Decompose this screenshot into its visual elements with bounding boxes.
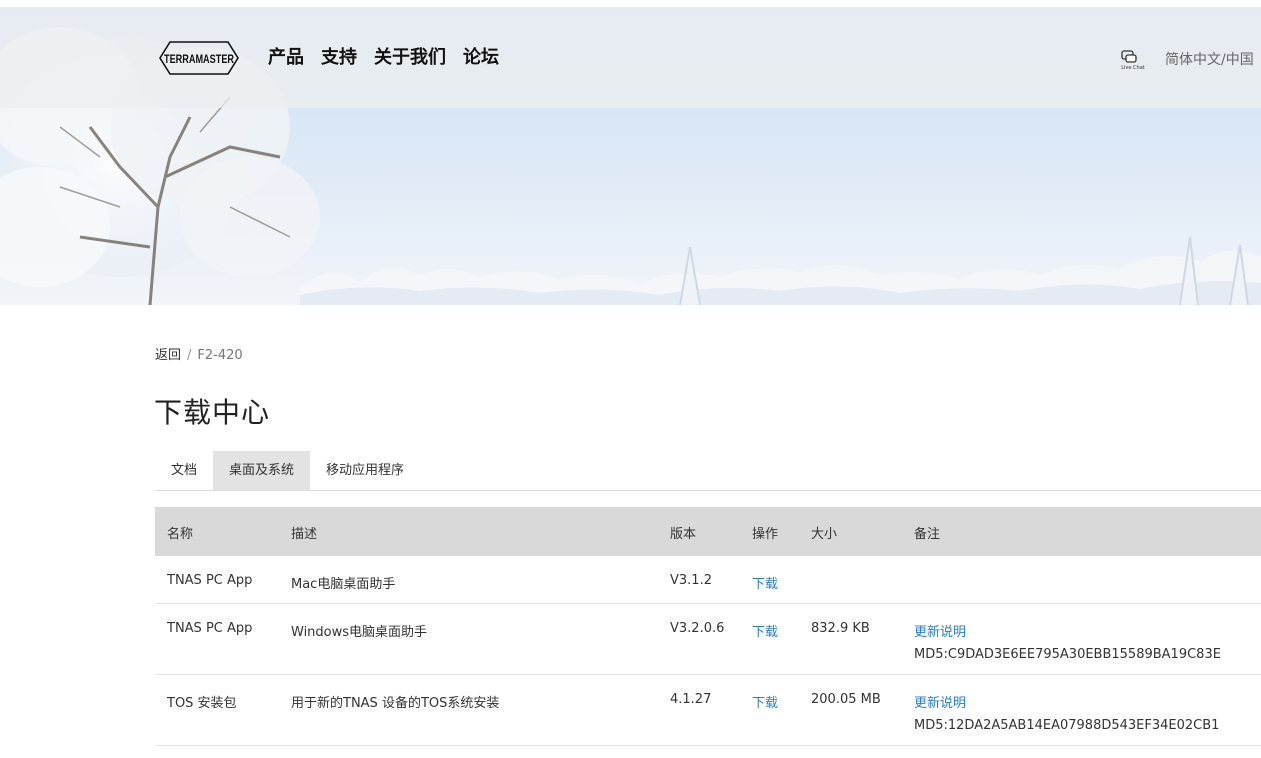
row-description: 用于新的TNAS 设备的TOS系统安装 bbox=[291, 696, 500, 711]
breadcrumb-back-link[interactable]: 返回 bbox=[155, 348, 181, 363]
header-size: 大小 bbox=[811, 527, 838, 542]
row-name: TOS 安装包 bbox=[167, 696, 237, 711]
nav-item-forum[interactable]: 论坛 bbox=[463, 45, 499, 71]
breadcrumb-current: F2-420 bbox=[197, 348, 243, 363]
terramaster-logo[interactable]: TERRAMASTER bbox=[156, 38, 242, 78]
downloads-table: 名称 描述 版本 操作 大小 备注 TNAS PC App Mac电脑桌面助手 … bbox=[155, 507, 1261, 746]
download-link[interactable]: 下载 bbox=[752, 621, 778, 640]
nav-item-about[interactable]: 关于我们 bbox=[374, 45, 446, 71]
header-notes: 备注 bbox=[914, 527, 941, 542]
page-title: 下载中心 bbox=[154, 396, 271, 429]
logo-text: TERRAMASTER bbox=[164, 52, 234, 66]
row-size: 832.9 KB bbox=[811, 621, 870, 636]
table-row: TNAS PC App Windows电脑桌面助手 V3.2.0.6 下载 83… bbox=[155, 604, 1261, 675]
row-description: Mac电脑桌面助手 bbox=[291, 577, 396, 592]
table-row: TOS 安装包 用于新的TNAS 设备的TOS系统安装 4.1.27 下载 20… bbox=[155, 675, 1261, 746]
header-description: 描述 bbox=[291, 527, 318, 542]
md5-checksum: MD5:C9DAD3E6EE795A30EBB15589BA19C83E bbox=[914, 647, 1221, 662]
tab-desktop-system[interactable]: 桌面及系统 bbox=[213, 451, 311, 490]
row-name: TNAS PC App bbox=[167, 573, 253, 588]
breadcrumb: 返回 / F2-420 bbox=[155, 344, 243, 363]
row-version: 4.1.27 bbox=[670, 692, 712, 707]
hero-banner: TERRAMASTER 产品 支持 关于我们 论坛 Live Chat 简体中文… bbox=[0, 7, 1261, 305]
row-notes: 更新说明 MD5:C9DAD3E6EE795A30EBB15589BA19C83… bbox=[914, 621, 1221, 662]
row-version: V3.1.2 bbox=[670, 573, 712, 588]
tab-documents[interactable]: 文档 bbox=[155, 451, 213, 490]
row-version: V3.2.0.6 bbox=[670, 621, 725, 636]
live-chat-icon[interactable]: Live Chat bbox=[1119, 49, 1147, 71]
nav-item-products[interactable]: 产品 bbox=[268, 45, 304, 71]
live-chat-label: Live Chat bbox=[1121, 65, 1145, 71]
top-navigation-bar: TERRAMASTER 产品 支持 关于我们 论坛 Live Chat 简体中文… bbox=[0, 7, 1261, 108]
nav-item-support[interactable]: 支持 bbox=[321, 45, 357, 71]
header-name: 名称 bbox=[167, 527, 194, 542]
language-selector[interactable]: 简体中文/中国 bbox=[1165, 49, 1254, 69]
main-nav: 产品 支持 关于我们 论坛 bbox=[268, 45, 516, 71]
release-notes-link[interactable]: 更新说明 bbox=[914, 625, 966, 640]
row-notes: 更新说明 MD5:12DA2A5AB14EA07988D543EF34E02CB… bbox=[914, 692, 1219, 733]
breadcrumb-separator: / bbox=[187, 348, 192, 363]
download-link[interactable]: 下载 bbox=[752, 573, 778, 592]
row-size: 200.05 MB bbox=[811, 692, 881, 707]
header-version: 版本 bbox=[670, 527, 697, 542]
table-header-row: 名称 描述 版本 操作 大小 备注 bbox=[155, 507, 1261, 556]
release-notes-link[interactable]: 更新说明 bbox=[914, 696, 966, 711]
download-tabs: 文档 桌面及系统 移动应用程序 bbox=[155, 451, 420, 490]
table-row: TNAS PC App Mac电脑桌面助手 V3.1.2 下载 bbox=[155, 556, 1261, 604]
tab-mobile-apps[interactable]: 移动应用程序 bbox=[310, 451, 420, 490]
header-action: 操作 bbox=[752, 527, 779, 542]
row-description: Windows电脑桌面助手 bbox=[291, 625, 428, 640]
tabs-divider bbox=[155, 490, 1261, 491]
row-name: TNAS PC App bbox=[167, 621, 253, 636]
md5-checksum: MD5:12DA2A5AB14EA07988D543EF34E02CB1 bbox=[914, 718, 1220, 733]
download-link[interactable]: 下载 bbox=[752, 692, 778, 711]
